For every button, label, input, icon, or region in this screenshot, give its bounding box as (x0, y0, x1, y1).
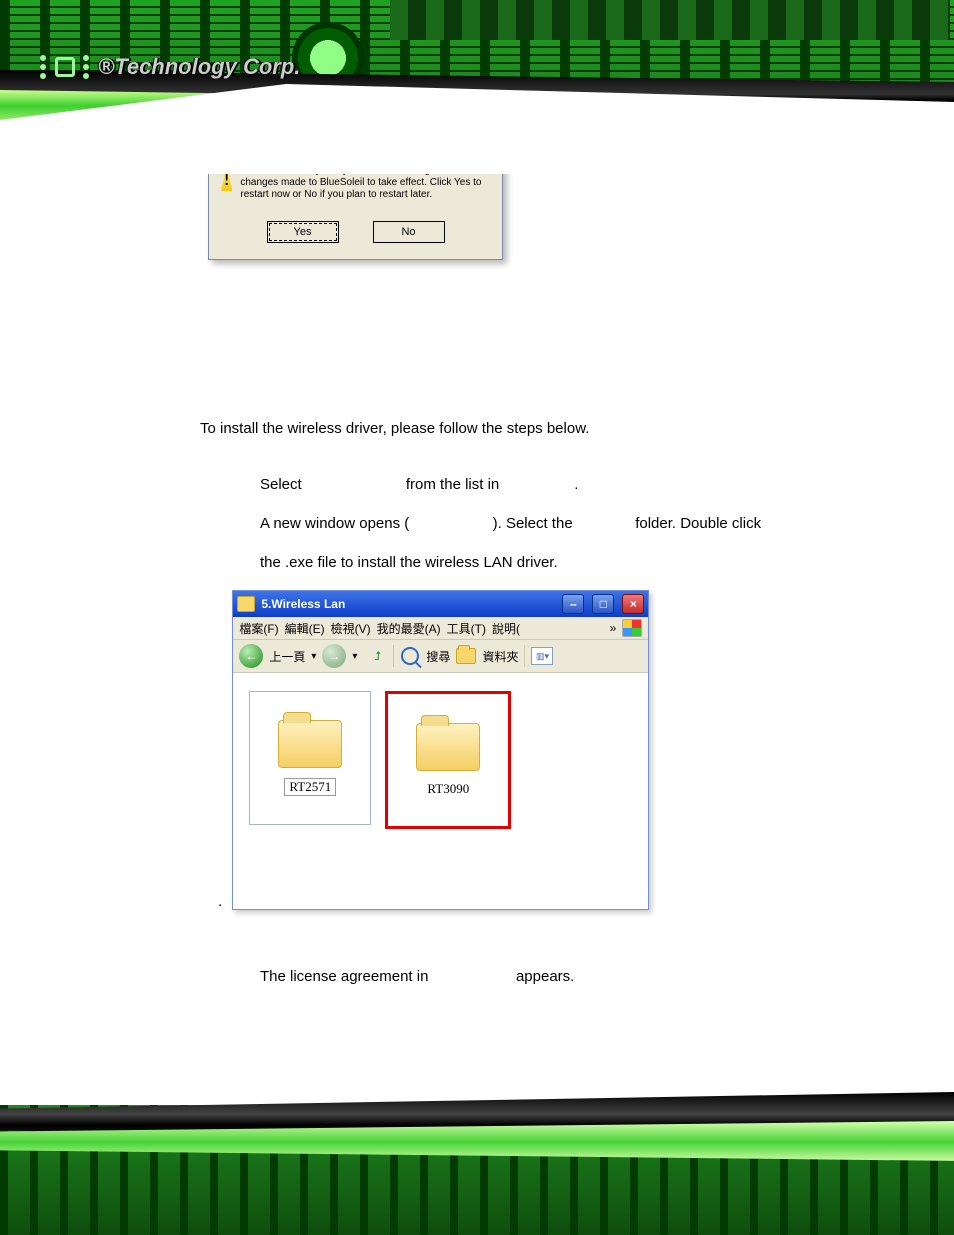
explorer-client-area: RT2571 RT3090 (233, 673, 648, 909)
folder-icon (237, 596, 255, 612)
folder-icon (416, 723, 480, 771)
brand-text: ®Technology Corp. (98, 54, 300, 80)
slot-graphic (390, 0, 950, 40)
folder-label: RT3090 (423, 781, 473, 797)
yes-button[interactable]: Yes (267, 221, 339, 243)
maximize-button[interactable]: □ (592, 594, 614, 614)
forward-button[interactable]: → (322, 644, 346, 668)
step-3: The license agreement in appears. (260, 968, 894, 985)
no-button[interactable]: No (373, 221, 445, 243)
explorer-title: 5.Wireless Lan (261, 597, 345, 611)
menu-tools[interactable]: 工具(T) (447, 620, 486, 637)
back-label: 上一頁 (269, 648, 305, 665)
windows-flag-icon (622, 619, 642, 637)
explorer-titlebar: 5.Wireless Lan – □ × (233, 591, 648, 617)
menu-edit[interactable]: 編輯(E) (285, 620, 325, 637)
search-label: 搜尋 (426, 648, 450, 665)
back-button[interactable]: ← (239, 644, 263, 668)
leading-dot: . (218, 893, 222, 910)
intro-text: To install the wireless driver, please f… (200, 420, 894, 437)
fwd-dropdown[interactable]: ▾ (352, 651, 357, 662)
explorer-window: 5.Wireless Lan – □ × 檔案(F) 編輯(E) 檢視(V) 我… (232, 590, 649, 910)
folder-item-selected[interactable]: RT3090 (385, 691, 511, 829)
folder-icon (278, 720, 342, 768)
menu-view[interactable]: 檢視(V) (331, 620, 371, 637)
folders-label: 資料夾 (482, 648, 518, 665)
menu-help[interactable]: 說明( (492, 620, 520, 637)
step-2b: the .exe file to install the wireless LA… (260, 543, 894, 582)
menu-file[interactable]: 檔案(F) (239, 620, 278, 637)
brand-logo: ®Technology Corp. (40, 45, 300, 89)
folder-item[interactable]: RT2571 (249, 691, 371, 825)
explorer-toolbar: ← 上一頁 ▾ → ▾ ⮥ 搜尋 資料夾 ▥▾ (233, 640, 648, 673)
step-1: Select from the list in . (260, 465, 894, 504)
menu-more[interactable]: » (610, 621, 617, 635)
search-icon[interactable] (400, 646, 420, 666)
up-icon[interactable]: ⮥ (367, 646, 387, 666)
back-dropdown[interactable]: ▾ (311, 651, 316, 662)
step-2: A new window opens ( ). Select the folde… (260, 504, 894, 543)
folders-icon[interactable] (456, 646, 476, 666)
explorer-menubar: 檔案(F) 編輯(E) 檢視(V) 我的最愛(A) 工具(T) 說明( » (233, 617, 648, 640)
menu-fav[interactable]: 我的最愛(A) (377, 620, 441, 637)
views-button[interactable]: ▥▾ (531, 647, 553, 665)
close-button[interactable]: × (622, 594, 644, 614)
minimize-button[interactable]: – (562, 594, 584, 614)
folder-label: RT2571 (284, 778, 336, 796)
